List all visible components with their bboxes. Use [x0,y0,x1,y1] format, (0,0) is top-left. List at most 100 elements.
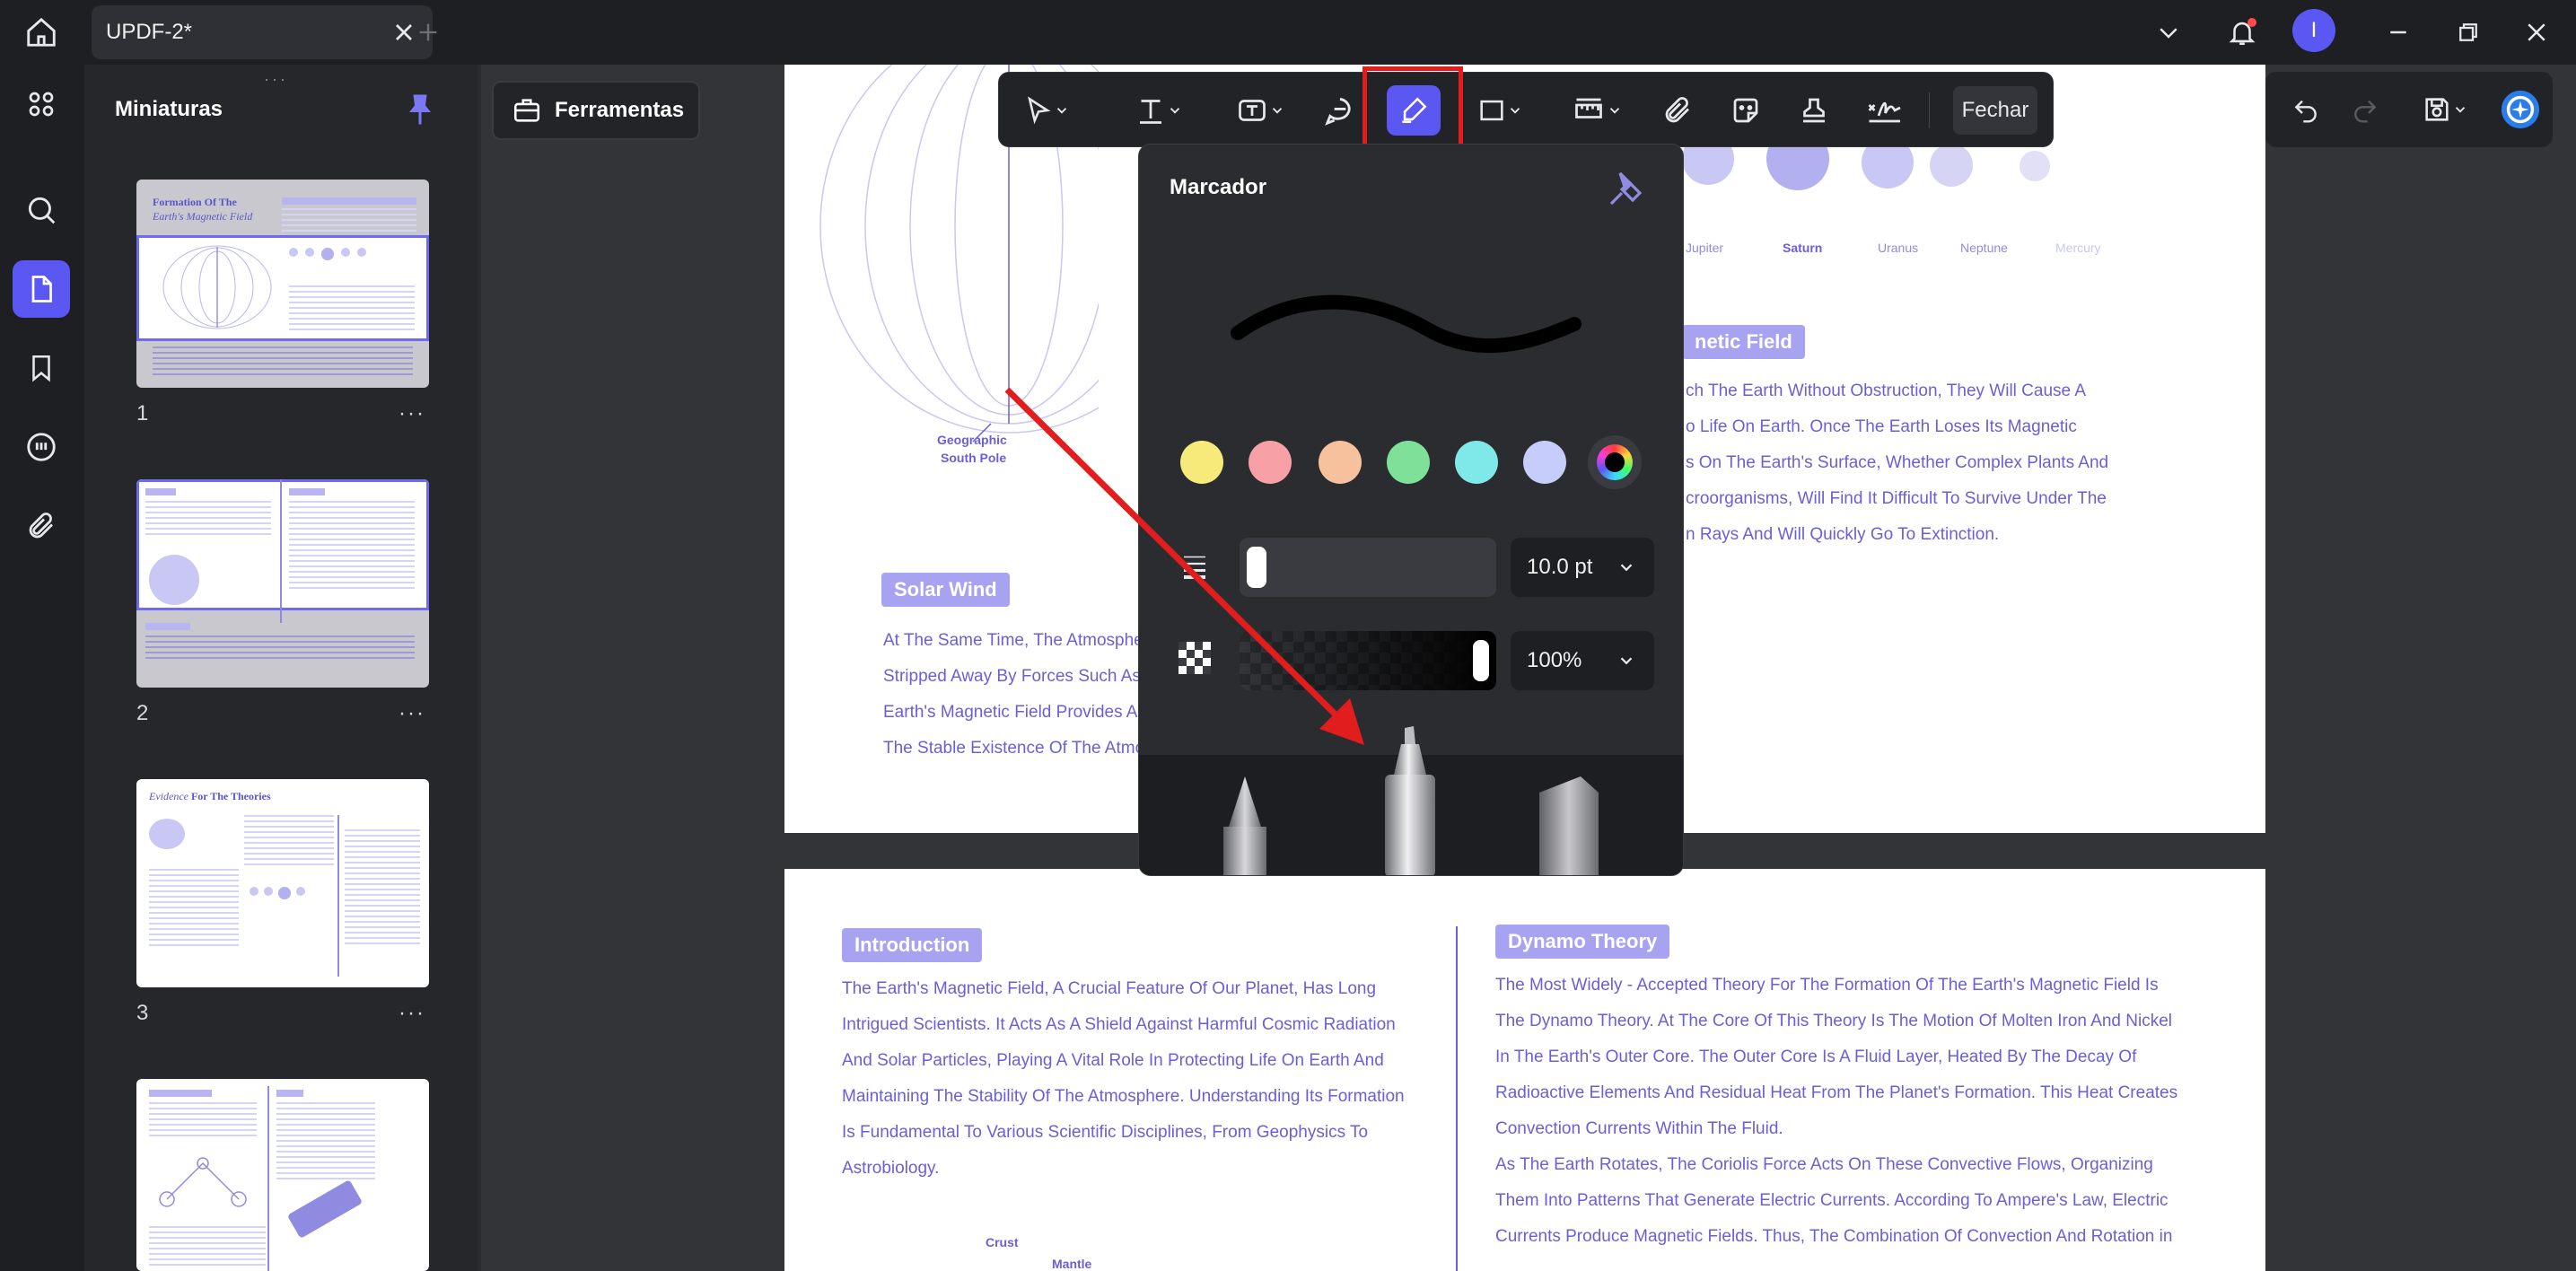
pin-marker-icon[interactable] [1606,166,1649,214]
opacity-slider-handle[interactable] [1473,640,1489,681]
apps-grid-icon[interactable] [13,75,70,133]
marker-tool-icon[interactable] [1374,724,1446,876]
document-tab[interactable]: UPDF-2* [92,5,433,59]
thumb-heading-a: Formation Of The [153,196,237,208]
custom-color-picker[interactable] [1588,435,1642,489]
thumbnails-panel: ··· Miniaturas Formation Of The Earth's … [84,65,478,1271]
pencil-tool-icon[interactable] [1218,773,1272,876]
line-thickness-icon [1178,550,1211,587]
thickness-slider[interactable] [1240,538,1496,597]
redo-icon [2354,100,2377,123]
thumb-heading-b: For The Theories [190,790,271,802]
page-thumbnail-1[interactable]: Formation Of The Earth's Magnetic Field [136,180,429,388]
chevron-down-icon[interactable] [2145,9,2192,56]
crust-label: Crust [986,1235,1019,1249]
color-swatch-cyan[interactable] [1455,441,1498,484]
attach-file-button[interactable] [1652,85,1703,136]
page-more-3[interactable]: ··· [399,1001,425,1026]
stamp-icon [1803,98,1825,123]
ruler-icon [1575,98,1602,118]
chevron-down-icon [1620,564,1633,572]
user-avatar[interactable]: I [2292,9,2335,52]
textbox-icon [1239,100,1266,121]
column-divider [1456,926,1458,1271]
save-button[interactable] [2411,84,2479,135]
comment-tool-button[interactable] [1315,85,1365,136]
close-window-icon[interactable] [2513,9,2560,56]
planet-label-mercury: Mercury [2055,241,2101,255]
measure-tool-button[interactable] [1559,85,1634,136]
color-swatch-peach[interactable] [1319,441,1362,484]
chevron-down-icon [1272,108,1283,114]
color-swatch-yellow[interactable] [1180,441,1223,484]
undo-button[interactable] [2282,84,2330,135]
field-line-4: croorganisms, Will Find It Difficult To … [1686,489,2107,508]
page-number-1: 1 [136,401,149,425]
tools-button[interactable]: Ferramentas [492,81,700,140]
eraser-tool-icon[interactable] [1527,775,1608,876]
tools-button-label: Ferramentas [555,98,685,122]
stamp-tool-button[interactable] [1789,85,1839,136]
paperclip-icon [1665,97,1689,123]
section-badge-field: netic Field [1682,325,1805,359]
home-icon[interactable] [20,11,63,54]
page-thumbnail-4[interactable] [136,1079,429,1271]
sticker-tool-button[interactable] [1721,85,1771,136]
undo-icon [2294,100,2317,123]
color-swatch-lavender[interactable] [1523,441,1566,484]
opacity-slider[interactable] [1240,631,1496,690]
planet-label-jupiter: Jupiter [1686,241,1724,255]
color-swatch-pink[interactable] [1249,441,1292,484]
section-badge-introduction: Introduction [842,928,983,962]
geo-label-a: Geographic [937,433,1007,447]
close-toolbar-button[interactable]: Fechar [1953,86,2037,135]
dynamo-line-4: Radioactive Elements And Residual Heat F… [1495,1083,2178,1102]
chevron-down-icon [1609,108,1620,114]
select-tool-button[interactable] [1015,85,1078,136]
intro-line-3: And Solar Particles, Playing A Vital Rol… [842,1051,1384,1070]
bookmark-icon[interactable] [13,339,70,397]
mantle-label: Mantle [1052,1257,1092,1271]
field-line-3: s On The Earth's Surface, Whether Comple… [1686,453,2109,472]
intro-line-2: Intrigued Scientists. It Acts As A Shiel… [842,1015,1396,1034]
page-more-2[interactable]: ··· [399,701,425,726]
thumb-heading-b: Earth's Magnetic Field [153,210,253,223]
dynamo-line-7: Them Into Patterns That Generate Electri… [1495,1191,2169,1210]
opacity-select[interactable]: 100% [1511,631,1654,690]
dynamo-line-5: Convection Currents Within The Fluid. [1495,1119,1783,1138]
thumbnails-icon[interactable] [13,260,70,318]
thickness-slider-handle[interactable] [1247,547,1266,588]
chevron-down-icon [2455,107,2466,113]
restore-icon[interactable] [2445,9,2492,56]
field-line-1: ch The Earth Without Obstruction, They W… [1686,381,2086,400]
pin-icon[interactable] [404,92,436,127]
solar-line-2: Stripped Away By Forces Such As [883,667,1141,686]
minimize-icon[interactable] [2375,9,2422,56]
save-icon [2425,98,2449,121]
shape-tool-button[interactable] [1466,85,1534,136]
solar-line-3: Earth's Magnetic Field Provides Ar [883,703,1143,722]
textbox-tool-button[interactable] [1223,85,1297,136]
comments-icon[interactable] [13,418,70,476]
new-tab-icon[interactable] [408,13,448,52]
notification-bell-icon[interactable] [2219,9,2265,56]
attachment-icon[interactable] [13,497,70,555]
search-icon[interactable] [13,181,70,239]
page-more-1[interactable]: ··· [399,401,425,426]
dynamo-line-8: Currents Produce Magnetic Fields. Thus, … [1495,1227,2173,1246]
pen-type-strip [1139,726,1683,876]
intro-line-1: The Earth's Magnetic Field, A Crucial Fe… [842,979,1377,998]
field-line-2: o Life On Earth. Once The Earth Loses It… [1686,417,2077,436]
ai-assistant-button[interactable] [2495,84,2545,135]
page-thumbnail-3[interactable]: Evidence For The Theories [136,779,429,987]
thickness-select[interactable]: 10.0 pt [1511,538,1654,597]
text-tool-button[interactable] [1123,85,1195,136]
planet-label-neptune: Neptune [1960,241,2008,255]
resize-grip[interactable]: ··· [264,70,288,89]
page-thumbnail-2[interactable] [136,479,429,688]
signature-tool-button[interactable] [1857,85,1911,136]
color-swatch-green[interactable] [1387,441,1430,484]
redo-button[interactable] [2341,84,2389,135]
sticker-icon [1733,98,1758,123]
thumbnails-title: Miniaturas [115,97,223,121]
